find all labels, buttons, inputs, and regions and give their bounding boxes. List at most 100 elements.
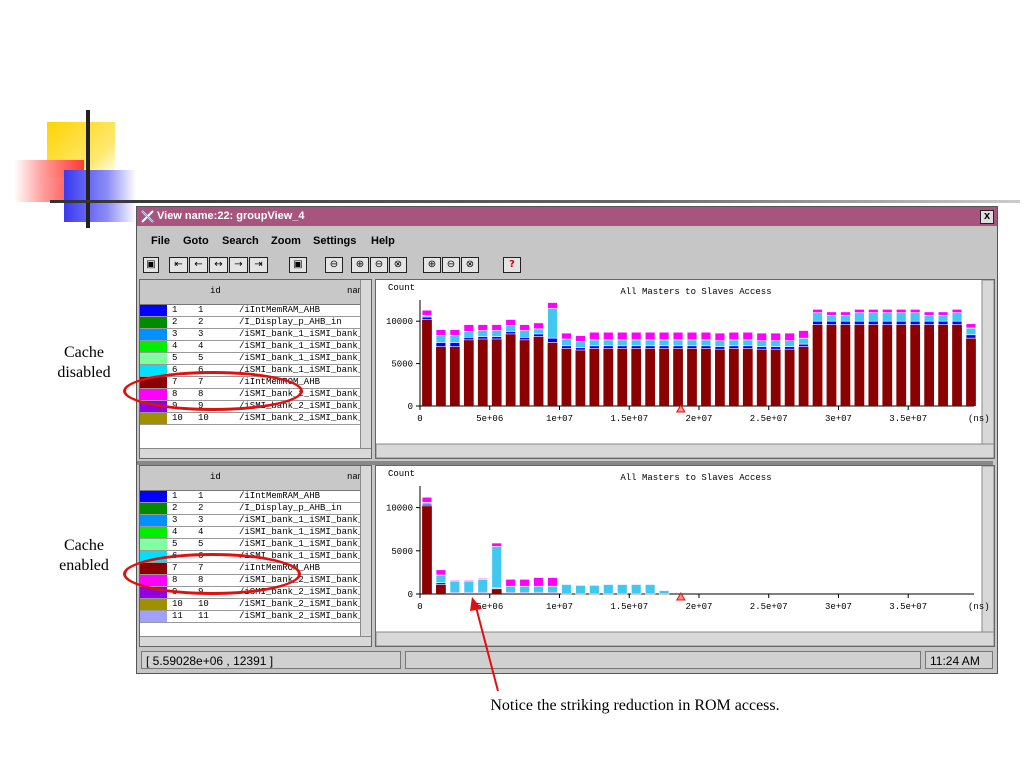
bar-smi — [658, 339, 670, 347]
list-item[interactable]: 3 3/iSMI_bank_1_iSMI_bank_ — [140, 329, 363, 341]
fit-icon[interactable]: ↔ — [209, 257, 228, 273]
jump-start-icon[interactable]: ⇤ — [169, 257, 188, 273]
x-tick-label: 2e+07 — [685, 602, 712, 612]
menu-goto[interactable]: Goto — [183, 235, 209, 247]
save-icon[interactable]: ▣ — [143, 257, 159, 273]
bar-rom — [617, 348, 628, 406]
menu-search[interactable]: Search — [222, 235, 259, 247]
top-signal-list: id nam 1 1/iIntMemRAM_AHB 2 2/I_Display_p_A… — [139, 279, 372, 459]
color-swatch — [140, 527, 167, 538]
x-tick-label: 3.5e+07 — [889, 414, 927, 424]
jump-end-icon[interactable]: ⇥ — [249, 257, 268, 273]
bar-ram — [686, 345, 698, 349]
header-id[interactable]: id — [210, 286, 221, 296]
step-forward-icon[interactable]: → — [229, 257, 248, 273]
bar-display — [575, 335, 586, 342]
top-list-hscroll[interactable] — [140, 448, 371, 458]
bar-smi — [435, 574, 447, 584]
top-chart[interactable]: All Masters to Slaves Access Count 0 5000 10… — [375, 279, 995, 459]
bar-display — [672, 331, 684, 341]
zoom-in-y-icon[interactable]: ⊕ — [423, 257, 441, 273]
zoom-out-full-icon[interactable]: ⊖ — [370, 257, 388, 273]
list-item[interactable]: 2 2/I_Display_p_AHB_in — [140, 503, 362, 515]
bar-ram — [951, 320, 963, 325]
bottom-list-hscroll[interactable] — [140, 636, 371, 646]
list-item[interactable]: 4 4/iSMI_bank_1_iSMI_bank_ — [140, 341, 363, 353]
zoom-x-icon[interactable]: ⊗ — [389, 257, 407, 273]
bar-rom — [882, 324, 893, 406]
list-item[interactable]: 5 5/iSMI_bank_1_iSMI_bank_ — [140, 539, 363, 551]
bar-smi — [840, 314, 851, 322]
bar-rom — [952, 324, 962, 406]
row-number: 1 — [172, 305, 178, 315]
bar-smi — [896, 312, 907, 322]
bar-smi — [449, 580, 461, 593]
row-number: 5 — [172, 353, 178, 363]
zoom-out-y-icon[interactable]: ⊖ — [442, 257, 460, 273]
menu-help[interactable]: Help — [371, 235, 395, 247]
list-item[interactable]: 1 1/iIntMemRAM_AHB — [140, 305, 362, 317]
bar-rom — [826, 324, 837, 406]
chart-title: All Masters to Slaves Access — [620, 287, 771, 297]
bar-ram — [589, 345, 600, 349]
step-back-icon[interactable]: ← — [189, 257, 208, 273]
list-item[interactable]: 2 2/I_Display_p_AHB_in — [140, 317, 362, 329]
row-name: /iSMI_bank_1_iSMI_bank_ — [239, 515, 364, 525]
bar-ram — [421, 316, 433, 320]
x-tick-label: 2.5e+07 — [750, 602, 788, 612]
bar-smi — [505, 325, 516, 332]
bar-smi — [672, 339, 684, 347]
bar-display — [882, 309, 893, 314]
bar-ram — [617, 345, 628, 349]
bar-display — [700, 331, 712, 341]
bar-smi — [505, 585, 516, 593]
y-tick-label: 5000 — [391, 360, 413, 370]
bottom-list-vscroll[interactable] — [360, 466, 371, 636]
x-tick-label: 2.5e+07 — [750, 414, 788, 424]
find-icon[interactable]: ▣ — [289, 257, 307, 273]
row-number: 1 — [172, 491, 178, 501]
cache-disabled-label: Cache disabled — [44, 343, 124, 383]
color-swatch — [140, 329, 167, 340]
bar-rom — [561, 348, 572, 406]
top-list-vscroll[interactable] — [360, 280, 371, 448]
list-item[interactable]: 4 4/iSMI_bank_1_iSMI_bank_ — [140, 527, 363, 539]
row-id: 3 — [198, 515, 204, 525]
bar-display — [840, 311, 851, 316]
bar-display — [449, 579, 461, 582]
bar-smi — [714, 340, 726, 347]
header-id[interactable]: id — [210, 472, 221, 482]
zoom-out-icon[interactable]: ⊖ — [325, 257, 343, 273]
bar-rom — [868, 324, 879, 406]
close-button[interactable]: x — [980, 210, 994, 224]
highlight-ellipse-top — [123, 371, 303, 411]
row-number: 2 — [172, 317, 178, 327]
top-chart-panel: All Masters to Slaves Access Count 0 5000 10… — [375, 279, 995, 459]
bottom-pane: id nam 1 1/iIntMemRAM_AHB 2 2/I_Display_p_A… — [139, 465, 995, 647]
zoom-full-y-icon[interactable]: ⊗ — [461, 257, 479, 273]
bar-display — [603, 331, 614, 341]
menu-zoom[interactable]: Zoom — [271, 235, 301, 247]
list-item[interactable]: 10 10/iSMI_bank_2_iSMI_bank_ — [140, 413, 363, 425]
x-tick-label: 1.5e+07 — [610, 602, 648, 612]
list-item[interactable]: 10 10/iSMI_bank_2_iSMI_bank_ — [140, 599, 363, 611]
title-bar[interactable]: View name:22: groupView_4 x — [137, 207, 997, 226]
bar-smi — [575, 341, 586, 348]
menu-settings[interactable]: Settings — [313, 235, 356, 247]
bar-display — [533, 577, 544, 587]
list-item[interactable]: 1 1/iIntMemRAM_AHB — [140, 491, 362, 503]
list-item[interactable]: 5 5/iSMI_bank_1_iSMI_bank_ — [140, 353, 363, 365]
help-icon[interactable]: ? — [503, 257, 521, 273]
bar-rom — [798, 346, 809, 406]
list-item[interactable]: 11 11/iSMI_bank_2_iSMI_bank_ — [140, 611, 363, 623]
bar-smi — [923, 314, 935, 322]
bar-smi — [463, 331, 475, 338]
menu-file[interactable]: File — [151, 235, 170, 247]
list-item[interactable]: 3 3/iSMI_bank_1_iSMI_bank_ — [140, 515, 364, 527]
bar-display — [770, 332, 781, 342]
bar-ram — [770, 346, 781, 350]
bar-ram — [784, 346, 795, 350]
bar-smi — [533, 328, 544, 335]
zoom-in-icon[interactable]: ⊕ — [351, 257, 369, 273]
row-id: 10 — [198, 413, 209, 423]
